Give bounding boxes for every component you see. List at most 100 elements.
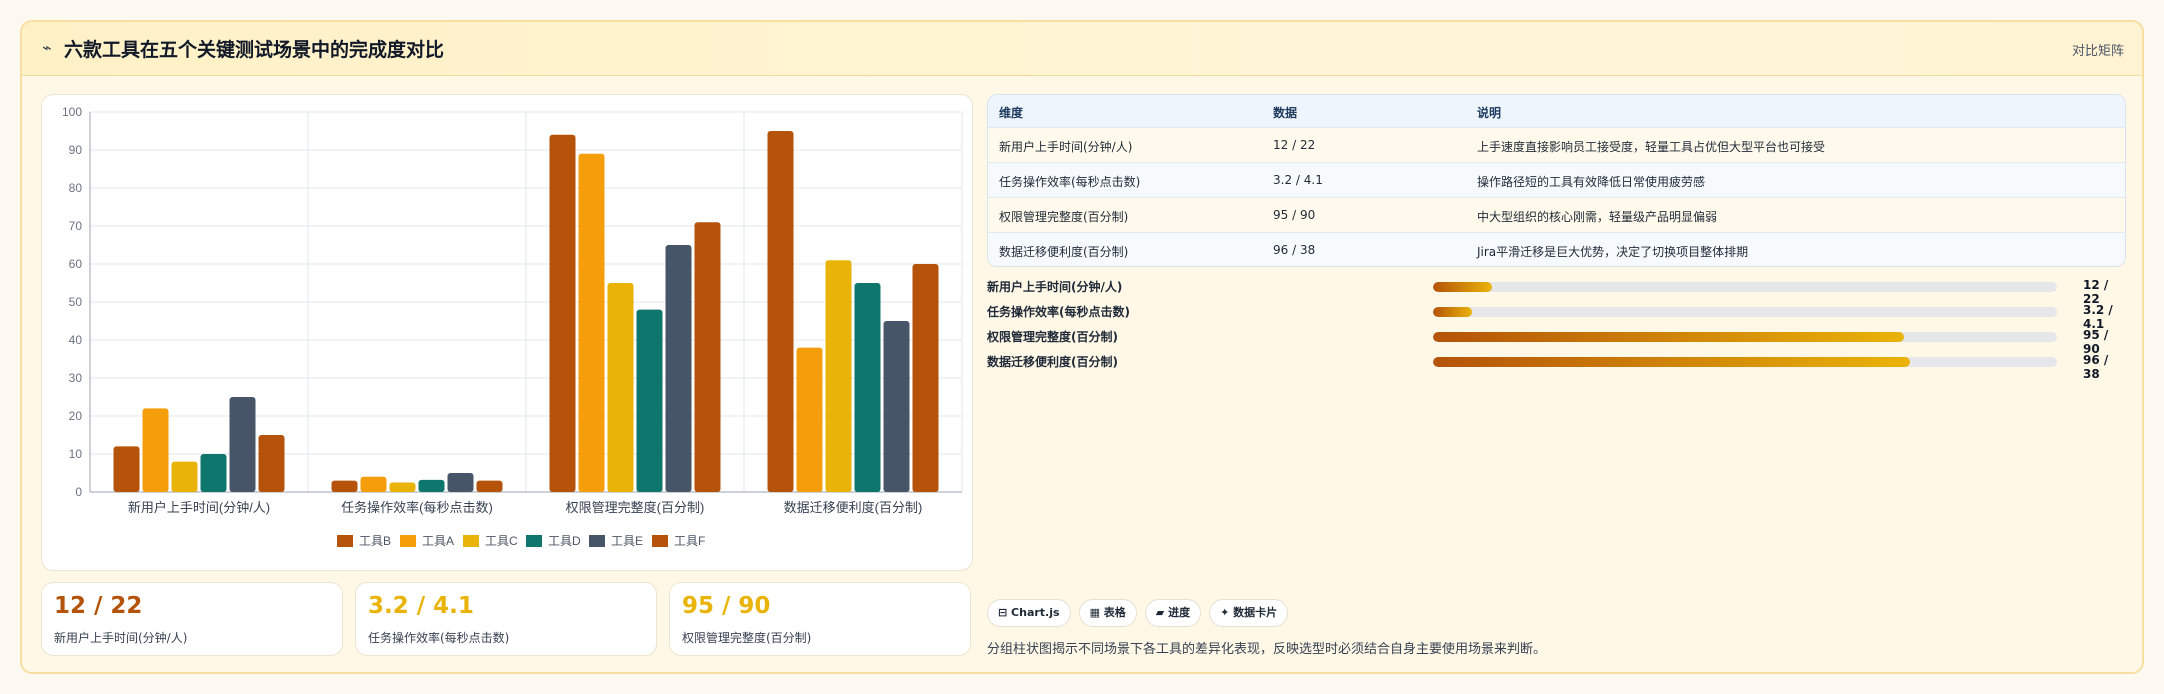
stat-label: 新用户上手时间(分钟/人) [54, 631, 188, 645]
y-tick-label: 70 [69, 219, 83, 233]
bar-工具E-1 [447, 473, 474, 492]
stat-value: 95 / 90 [682, 593, 771, 619]
progress-row: 数据迁移便利度(百分制) 96 / 38 [987, 352, 2126, 381]
table-cell: 数据迁移便利度(百分制) [999, 245, 1129, 259]
tech-tags: ⊟ Chart.js ▦ 表格 ▰ 进度 ✦ 数据卡片 [987, 599, 1296, 629]
bar-chart-card: 0 10 20 30 40 50 60 70 80 90 100 新用户上手时间(分钟/人) 任务操作效… [41, 94, 973, 571]
y-tick-label: 20 [69, 409, 83, 423]
tag-table[interactable]: ▦ 表格 [1078, 599, 1137, 627]
table-cell: 95 / 90 [1273, 208, 1316, 222]
y-tick-label: 30 [69, 371, 83, 385]
table-cell: 上手速度直接影响员工接受度，轻量工具占优但大型平台也可接受 [1477, 140, 1826, 154]
progress-row: 新用户上手时间(分钟/人) 12 / 22 [987, 277, 2126, 306]
table-cell: 任务操作效率(每秒点击数) [999, 175, 1141, 189]
table-cell: 中大型组织的核心刚需，轻量级产品明显偏弱 [1477, 210, 1718, 224]
y-tick-label: 0 [75, 485, 82, 499]
stat-label: 任务操作效率(每秒点击数) [368, 631, 510, 645]
stat-card-onboarding: 12 / 22 新用户上手时间(分钟/人) [41, 582, 343, 656]
x-tick-label: 任务操作效率(每秒点击数) [341, 500, 493, 515]
progress-row: 任务操作效率(每秒点击数) 3.2 / 4.1 [987, 302, 2126, 331]
y-tick-label: 100 [62, 105, 82, 119]
comparison-panel: ⌁ 六款工具在五个关键测试场景中的完成度对比 对比矩阵 0 10 20 30 40 50 6… [20, 20, 2144, 674]
page-title: 六款工具在五个关键测试场景中的完成度对比 [64, 39, 445, 61]
tag-progress[interactable]: ▰ 进度 [1144, 599, 1202, 627]
comparison-matrix-link[interactable]: 对比矩阵 [2072, 40, 2124, 59]
y-tick-label: 40 [69, 333, 83, 347]
tag-chartjs[interactable]: ⊟ Chart.js [987, 599, 1071, 627]
tag-data-card[interactable]: ✦ 数据卡片 [1209, 599, 1289, 627]
table-cell: Jira平滑迁移是巨大优势，决定了切换项目整体排期 [1477, 245, 1749, 259]
footnote: 分组柱状图揭示不同场景下各工具的差异化表现，反映选型时必须结合自身主要使用场景来… [987, 642, 1547, 657]
progress-track [1433, 357, 2057, 367]
panel-header: ⌁ 六款工具在五个关键测试场景中的完成度对比 对比矩阵 [22, 22, 2142, 76]
grouped-bar-chart: 0 10 20 30 40 50 60 70 80 90 100 新用户上手时间(分钟/人) 任务操作效… [62, 105, 963, 548]
bar-工具B-3 [767, 131, 794, 492]
x-tick-label: 数据迁移便利度(百分制) [784, 500, 923, 515]
bar-工具C-1 [389, 482, 416, 492]
progress-track [1433, 307, 2057, 317]
progress-label: 任务操作效率(每秒点击数) [987, 305, 1130, 319]
stat-card-permissions: 95 / 90 权限管理完整度(百分制) [669, 582, 971, 656]
legend-label: 工具C [485, 534, 518, 548]
y-tick-label: 10 [69, 447, 83, 461]
y-tick-label: 80 [69, 181, 83, 195]
legend-label: 工具B [359, 534, 391, 548]
bar-工具D-2 [636, 309, 663, 492]
table-header-cell: 维度 [999, 106, 1024, 120]
table-row: 任务操作效率(每秒点击数) 3.2 / 4.1 操作路径短的工具有效降低日常使用… [988, 163, 2125, 198]
bar-工具A-0 [142, 408, 169, 492]
legend-label: 工具A [422, 534, 454, 548]
y-tick-label: 90 [69, 143, 83, 157]
table-cell: 96 / 38 [1273, 243, 1316, 257]
y-tick-label: 50 [69, 295, 83, 309]
progress-fill [1433, 282, 1493, 292]
chart-line-icon: ⌁ [42, 38, 52, 57]
progress-track [1433, 282, 2057, 292]
bar-工具D-1 [418, 479, 445, 492]
bar-工具F-3 [912, 264, 939, 492]
progress-label: 数据迁移便利度(百分制) [987, 355, 1118, 369]
table-cell: 3.2 / 4.1 [1273, 173, 1323, 187]
stat-value: 12 / 22 [54, 593, 143, 619]
progress-track [1433, 332, 2057, 342]
table-cell: 新用户上手时间(分钟/人) [999, 140, 1133, 154]
bar-工具D-3 [854, 283, 881, 492]
bar-工具C-2 [607, 283, 634, 492]
table-header-cell: 说明 [1477, 106, 1502, 120]
stat-label: 权限管理完整度(百分制) [682, 631, 812, 645]
table-cell: 权限管理完整度(百分制) [999, 210, 1129, 224]
table-header-cell: 数据 [1273, 106, 1298, 120]
x-tick-label: 权限管理完整度(百分制) [566, 500, 705, 515]
y-tick-label: 60 [69, 257, 83, 271]
bar-工具F-0 [258, 435, 285, 492]
bar-工具C-0 [171, 461, 198, 492]
progress-row: 权限管理完整度(百分制) 95 / 90 [987, 327, 2126, 356]
legend-label: 工具E [611, 534, 643, 548]
bar-工具E-2 [665, 245, 692, 492]
bar-工具E-0 [229, 397, 256, 492]
bar-工具C-3 [825, 260, 852, 492]
table-row: 新用户上手时间(分钟/人) 12 / 22 上手速度直接影响员工接受度，轻量工具… [988, 128, 2125, 163]
bar-工具F-2 [694, 222, 721, 492]
bar-工具B-1 [331, 480, 358, 492]
bar-工具A-1 [360, 476, 387, 492]
bar-工具A-3 [796, 347, 823, 492]
progress-fill [1433, 332, 1905, 342]
stat-value: 3.2 / 4.1 [368, 593, 474, 619]
progress-fill [1433, 357, 1911, 367]
progress-value: 96 / 38 [2083, 353, 2109, 381]
bar-工具E-3 [883, 321, 910, 492]
x-tick-label: 新用户上手时间(分钟/人) [128, 500, 270, 515]
bar-工具D-0 [200, 454, 227, 492]
progress-fill [1433, 307, 1472, 317]
progress-label: 权限管理完整度(百分制) [987, 330, 1118, 344]
stat-card-efficiency: 3.2 / 4.1 任务操作效率(每秒点击数) [355, 582, 657, 656]
legend-label: 工具F [674, 534, 705, 548]
table-header-row: 维度 数据 说明 [988, 95, 2125, 128]
legend-swatch [463, 535, 479, 547]
legend-label: 工具D [548, 534, 581, 548]
table-row: 权限管理完整度(百分制) 95 / 90 中大型组织的核心刚需，轻量级产品明显偏… [988, 198, 2125, 233]
table-cell: 操作路径短的工具有效降低日常使用疲劳感 [1477, 175, 1706, 189]
legend-swatch [526, 535, 542, 547]
legend-swatch [652, 535, 668, 547]
